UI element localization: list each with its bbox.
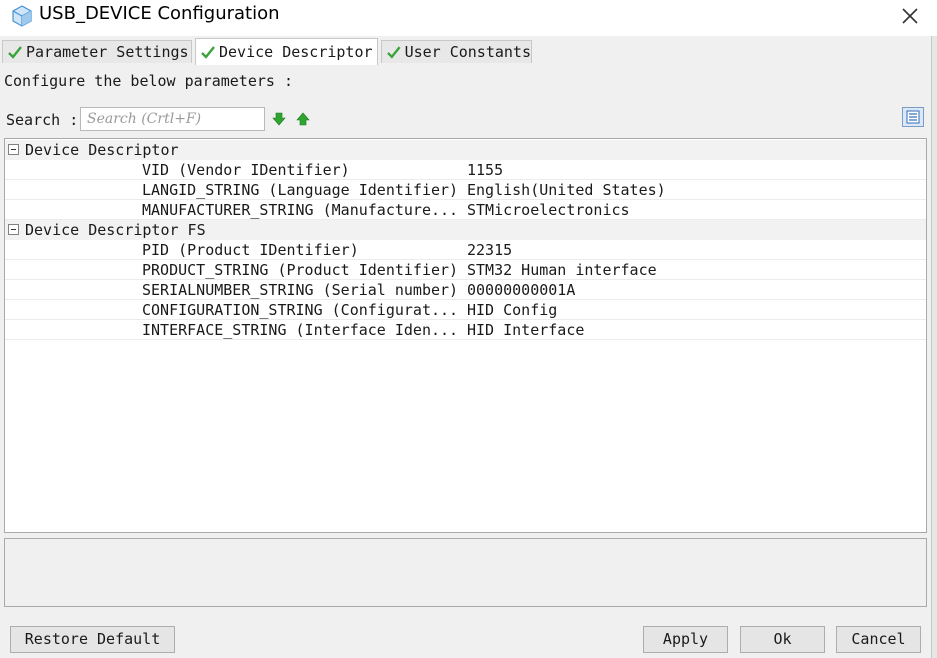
param-row[interactable]: PID (Product IDentifier) 22315	[5, 240, 926, 260]
param-row[interactable]: SERIALNUMBER_STRING (Serial number) 0000…	[5, 280, 926, 300]
close-icon[interactable]	[896, 2, 924, 30]
apply-button[interactable]: Apply	[643, 626, 728, 653]
tab-label: User Constants	[404, 43, 531, 61]
param-value: 22315	[467, 241, 513, 259]
restore-default-button[interactable]: Restore Default	[10, 626, 175, 653]
check-icon	[201, 46, 215, 59]
parameter-tree: Device Descriptor VID (Vendor IDentifier…	[4, 138, 927, 533]
cube-app-icon	[10, 4, 34, 28]
window-title: USB_DEVICE Configuration	[39, 3, 280, 24]
param-name: INTERFACE_STRING (Interface Iden...	[142, 321, 459, 339]
param-value: 00000000001A	[467, 281, 576, 299]
cancel-button[interactable]: Cancel	[836, 626, 921, 653]
group-label: Device Descriptor	[25, 141, 179, 159]
title-bar: USB_DEVICE Configuration	[0, 0, 937, 36]
group-label: Device Descriptor FS	[25, 221, 206, 239]
param-row[interactable]: MANUFACTURER_STRING (Manufacture... STMi…	[5, 200, 926, 220]
param-value: HID Interface	[467, 321, 585, 339]
param-value: STM32 Human interface	[467, 261, 657, 279]
tab-parameter-settings[interactable]: Parameter Settings	[2, 40, 192, 63]
param-value: 1155	[467, 161, 504, 179]
check-icon	[387, 46, 401, 59]
param-name: PRODUCT_STRING (Product Identifier)	[142, 261, 459, 279]
param-value: HID Config	[467, 301, 558, 319]
window-edge	[931, 36, 937, 658]
intro-text: Configure the below parameters :	[4, 72, 293, 90]
param-name: VID (Vendor IDentifier)	[142, 161, 350, 179]
tab-bar: Parameter Settings Device Descriptor Use…	[0, 38, 937, 65]
param-name: LANGID_STRING (Language Identifier)	[142, 181, 459, 199]
tree-group-device-descriptor-fs[interactable]: Device Descriptor FS	[5, 220, 926, 240]
param-row[interactable]: INTERFACE_STRING (Interface Iden... HID …	[5, 320, 926, 340]
arrow-down-icon[interactable]	[272, 112, 286, 126]
tab-label: Device Descriptor	[219, 43, 373, 61]
param-row[interactable]: PRODUCT_STRING (Product Identifier) STM3…	[5, 260, 926, 280]
tab-device-descriptor[interactable]: Device Descriptor	[195, 38, 378, 65]
param-row[interactable]: VID (Vendor IDentifier) 1155	[5, 160, 926, 180]
param-name: PID (Product IDentifier)	[142, 241, 359, 259]
param-name: SERIALNUMBER_STRING (Serial number)	[142, 281, 459, 299]
tree-group-device-descriptor[interactable]: Device Descriptor	[5, 140, 926, 160]
check-icon	[8, 46, 22, 59]
description-panel	[4, 538, 927, 607]
collapse-icon[interactable]	[8, 224, 19, 235]
param-name: MANUFACTURER_STRING (Manufacture...	[142, 201, 459, 219]
param-name: CONFIGURATION_STRING (Configurat...	[142, 301, 459, 319]
collapse-icon[interactable]	[8, 144, 19, 155]
list-view-icon[interactable]	[902, 107, 924, 127]
search-input[interactable]	[80, 107, 265, 131]
tab-label: Parameter Settings	[26, 43, 189, 61]
tab-user-constants[interactable]: User Constants	[381, 40, 532, 63]
param-value: English(United States)	[467, 181, 666, 199]
search-label: Search :	[6, 111, 79, 129]
ok-button[interactable]: Ok	[740, 626, 825, 653]
param-row[interactable]: CONFIGURATION_STRING (Configurat... HID …	[5, 300, 926, 320]
param-row[interactable]: LANGID_STRING (Language Identifier) Engl…	[5, 180, 926, 200]
param-value: STMicroelectronics	[467, 201, 630, 219]
arrow-up-icon[interactable]	[296, 112, 310, 126]
